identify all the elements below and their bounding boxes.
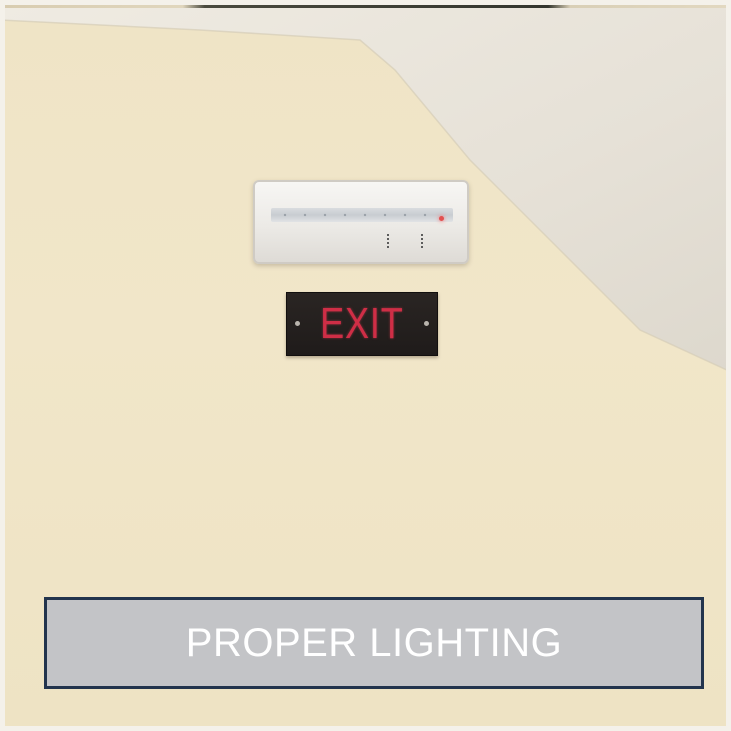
fixture-marking bbox=[421, 234, 423, 248]
sign-screw-right bbox=[424, 321, 429, 326]
led-dots bbox=[275, 213, 435, 217]
top-window-strip bbox=[0, 0, 731, 8]
exit-sign: EXIT bbox=[286, 292, 438, 356]
caption-text: PROPER LIGHTING bbox=[185, 620, 563, 665]
fixture-marking bbox=[387, 234, 389, 248]
emergency-light-fixture-icon bbox=[253, 180, 469, 264]
caption-box: PROPER LIGHTING bbox=[44, 597, 704, 689]
sign-screw-left bbox=[295, 321, 300, 326]
photo-scene: EXIT PROPER LIGHTING bbox=[0, 0, 731, 731]
exit-sign-label: EXIT bbox=[320, 299, 404, 348]
red-indicator-led-icon bbox=[439, 216, 444, 221]
